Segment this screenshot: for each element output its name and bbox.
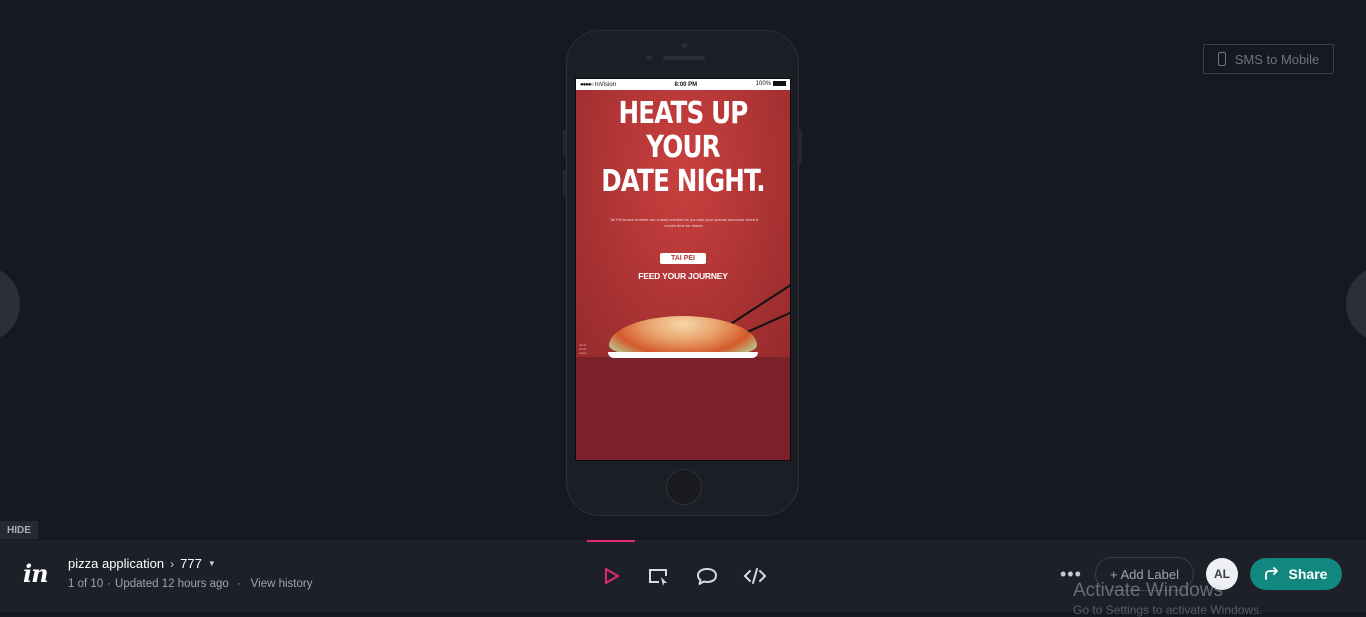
brand-logo: TAI PEI <box>660 253 706 264</box>
comment-icon <box>697 568 717 585</box>
project-breadcrumb: pizza application › 777 ▼ <box>68 556 216 571</box>
preview-mode-button[interactable] <box>599 564 623 588</box>
last-updated: Updated 12 hours ago <box>115 578 229 590</box>
share-icon <box>1264 567 1278 580</box>
chevron-right-icon: › <box>170 556 175 571</box>
share-label: Share <box>1288 566 1328 582</box>
screen-name[interactable]: 777 <box>180 556 202 571</box>
activate-windows-watermark: Activate Windows <box>1073 580 1223 601</box>
view-history-link[interactable]: View history <box>251 578 313 590</box>
battery-status: 100% <box>756 81 786 88</box>
headline-line: HEATS UP <box>618 96 748 131</box>
sms-to-mobile-label: SMS to Mobile <box>1234 51 1320 67</box>
meta-separator: · <box>107 578 112 590</box>
active-mode-indicator <box>587 540 635 542</box>
caret-down-icon[interactable]: ▼ <box>208 559 216 568</box>
headline-line: YOUR <box>646 130 720 165</box>
ad-image: HEATS UP YOUR DATE NIGHT. Tai Pei frozen… <box>576 90 790 358</box>
power-button <box>799 130 802 164</box>
build-mode-button[interactable] <box>646 564 670 588</box>
front-camera <box>682 43 687 48</box>
prototype-screen[interactable]: ●●●●○ InVision 8:00 PM 100% HEATS UP YOU… <box>575 78 791 461</box>
share-button[interactable]: Share <box>1250 558 1342 590</box>
cursor-box-icon <box>649 569 667 586</box>
home-button <box>666 469 702 505</box>
hide-toolbar-tab[interactable]: HIDE <box>0 521 38 539</box>
comment-mode-button[interactable] <box>695 564 719 588</box>
carrier: ●●●●○ InVision <box>580 81 617 88</box>
activate-windows-subtitle: Go to Settings to activate Windows. <box>1073 603 1263 617</box>
code-icon <box>744 568 766 584</box>
inspect-mode-button[interactable] <box>743 564 767 588</box>
next-screen-button[interactable] <box>1346 266 1366 342</box>
device-status-bar: ●●●●○ InVision 8:00 PM 100% <box>576 79 790 90</box>
mobile-phone-icon <box>1217 52 1226 66</box>
volume-down-button <box>563 170 566 196</box>
play-icon <box>605 568 619 584</box>
ad-headline: HEATS UP YOUR DATE NIGHT. <box>595 97 770 199</box>
status-time: 8:00 PM <box>674 81 698 88</box>
ad-tagline: FEED YOUR JOURNEY <box>638 271 728 281</box>
sensor <box>646 55 652 61</box>
invision-logo[interactable]: in <box>23 559 49 588</box>
ad-fineprint: ▪▪▪▪ ▪▪ ▪▪▪ ▪▪▪ ▪▪▪▪▪▪▪ <box>579 343 587 355</box>
ad-subcopy: Tai Pei frozen entrees are a tasty solut… <box>609 217 759 228</box>
chopstick <box>725 282 790 328</box>
sms-to-mobile-button[interactable]: SMS to Mobile <box>1203 44 1334 74</box>
volume-up-button <box>563 130 566 156</box>
headline-line: DATE NIGHT. <box>601 164 765 199</box>
bowl-rim <box>608 352 758 358</box>
meta-separator: · <box>236 578 241 590</box>
project-meta: 1 of 10 · Updated 12 hours ago · View hi… <box>68 578 312 590</box>
project-name[interactable]: pizza application <box>68 556 164 571</box>
battery-icon <box>773 81 786 87</box>
screen-position: 1 of 10 <box>68 578 104 590</box>
previous-screen-button[interactable] <box>0 266 20 342</box>
speaker <box>663 56 705 60</box>
